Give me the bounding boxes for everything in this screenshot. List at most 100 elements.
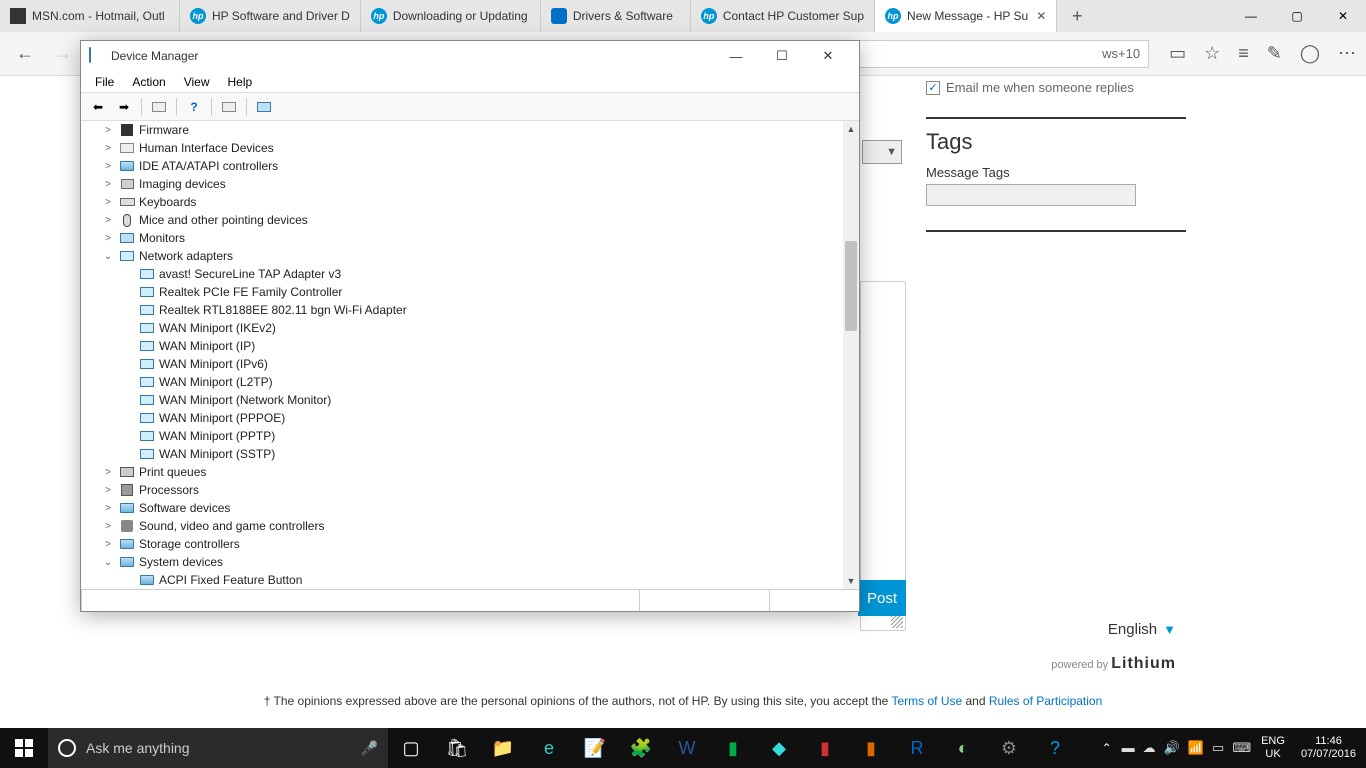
region-code[interactable]: UK [1261,748,1285,761]
expand-icon[interactable]: > [101,503,115,514]
tree-network-child[interactable]: Realtek RTL8188EE 802.11 bgn Wi-Fi Adapt… [81,301,843,319]
app-icon-4[interactable]: ▮ [802,728,848,768]
close-icon[interactable]: ✕ [1028,9,1046,23]
tb-forward[interactable]: ➡ [113,96,135,118]
tree-system-devices[interactable]: ⌄System devices [81,553,843,571]
store-icon[interactable]: 🛍 [434,728,480,768]
edge-icon[interactable]: e [526,728,572,768]
volume-icon[interactable]: 🔊 [1164,740,1180,756]
webnote-icon[interactable]: ✎ [1267,43,1282,64]
tab-hp-newmessage[interactable]: hpNew Message - HP Su✕ [875,0,1057,32]
window-close[interactable]: ✕ [1320,0,1366,32]
window-minimize[interactable]: — [1228,0,1274,32]
tab-hp-download[interactable]: hpDownloading or Updating [361,0,541,32]
tb-scan[interactable] [253,96,275,118]
tree-network-adapters[interactable]: ⌄Network adapters [81,247,843,265]
app-icon-5[interactable]: ▮ [848,728,894,768]
tb-back[interactable]: ⬅ [87,96,109,118]
explorer-icon[interactable]: 📁 [480,728,526,768]
post-button[interactable]: Post [858,580,906,616]
tree-item[interactable]: >Mice and other pointing devices [81,211,843,229]
tree-item[interactable]: >Firmware [81,121,843,139]
expand-icon[interactable]: ⌄ [101,557,115,568]
message-body[interactable] [860,281,906,631]
scroll-down-icon[interactable]: ▼ [843,573,859,589]
mic-icon[interactable]: 🎤 [361,740,378,757]
expand-icon[interactable]: > [101,161,115,172]
dm-maximize[interactable]: ☐ [759,42,805,70]
tab-msn[interactable]: MSN.com - Hotmail, Outl [0,0,180,32]
tree-network-child[interactable]: WAN Miniport (Network Monitor) [81,391,843,409]
back-button[interactable]: ← [10,39,40,69]
expand-icon[interactable]: > [101,125,115,136]
menu-action[interactable]: Action [124,73,173,91]
tree-item[interactable]: >Monitors [81,229,843,247]
window-maximize[interactable]: ▢ [1274,0,1320,32]
action-center-icon[interactable]: ▭ [1212,740,1224,756]
cortana-search[interactable]: Ask me anything 🎤 [48,728,388,768]
expand-icon[interactable]: > [101,179,115,190]
tree-item[interactable]: >Keyboards [81,193,843,211]
tree-item[interactable]: >Imaging devices [81,175,843,193]
tb-properties[interactable] [218,96,240,118]
tree-network-child[interactable]: WAN Miniport (PPTP) [81,427,843,445]
expand-icon[interactable]: > [101,143,115,154]
scroll-thumb[interactable] [845,241,857,331]
tree-item[interactable]: >Print queues [81,463,843,481]
tree-scrollbar[interactable]: ▲ ▼ [843,121,859,589]
tab-intel[interactable]: Drivers & Software [541,0,691,32]
email-notify-checkbox[interactable]: ✓ Email me when someone replies [926,76,1186,99]
word-icon[interactable]: W [664,728,710,768]
app-icon-3[interactable]: ◆ [756,728,802,768]
resize-grip-icon[interactable] [891,616,903,628]
help-icon[interactable]: ? [1032,728,1078,768]
tree-system-child[interactable]: ACPI Fixed Feature Button [81,571,843,589]
language-selector[interactable]: English ▼ [1108,621,1176,638]
tree-network-child[interactable]: WAN Miniport (PPPOE) [81,409,843,427]
tree-network-child[interactable]: avast! SecureLine TAP Adapter v3 [81,265,843,283]
app-icon-7[interactable]: ⚙ [986,728,1032,768]
tree-network-child[interactable]: WAN Miniport (L2TP) [81,373,843,391]
reading-view-icon[interactable]: ▭ [1169,43,1186,64]
dm-titlebar[interactable]: Device Manager — ☐ ✕ [81,41,859,71]
battery-icon[interactable]: ▬ [1122,740,1135,756]
tab-hp-software[interactable]: hpHP Software and Driver D [180,0,361,32]
tree-item[interactable]: >IDE ATA/ATAPI controllers [81,157,843,175]
new-tab-button[interactable]: + [1057,0,1097,32]
sticky-notes-icon[interactable]: 📝 [572,728,618,768]
expand-icon[interactable]: > [101,215,115,226]
tree-network-child[interactable]: Realtek PCIe FE Family Controller [81,283,843,301]
menu-file[interactable]: File [87,73,122,91]
expand-icon[interactable]: > [101,485,115,496]
tree-network-child[interactable]: WAN Miniport (SSTP) [81,445,843,463]
tree-network-child[interactable]: WAN Miniport (IKEv2) [81,319,843,337]
app-icon-2[interactable]: ▮ [710,728,756,768]
menu-help[interactable]: Help [220,73,261,91]
more-icon[interactable]: ⋯ [1338,43,1356,64]
forward-button[interactable]: → [48,39,78,69]
expand-icon[interactable]: ⌄ [101,251,115,262]
tags-input[interactable] [926,184,1136,206]
clock[interactable]: 11:46 07/07/2016 [1295,735,1362,761]
dm-minimize[interactable]: — [713,42,759,70]
dm-close[interactable]: ✕ [805,42,851,70]
expand-icon[interactable]: > [101,467,115,478]
hub-icon[interactable]: ≡ [1238,43,1249,64]
rules-link[interactable]: Rules of Participation [989,694,1102,708]
tb-show-hidden[interactable] [148,96,170,118]
expand-icon[interactable]: > [101,233,115,244]
tree-network-child[interactable]: WAN Miniport (IPv6) [81,355,843,373]
tree-item[interactable]: >Software devices [81,499,843,517]
tree-item[interactable]: >Processors [81,481,843,499]
keyboard-icon[interactable]: ⌨ [1232,740,1251,756]
wifi-icon[interactable]: 📶 [1188,740,1204,756]
onedrive-icon[interactable]: ☁ [1143,740,1156,756]
expand-icon[interactable]: > [101,539,115,550]
expand-icon[interactable]: > [101,521,115,532]
tb-help[interactable]: ? [183,96,205,118]
app-icon-1[interactable]: 🧩 [618,728,664,768]
tab-hp-contact[interactable]: hpContact HP Customer Sup [691,0,875,32]
menu-view[interactable]: View [176,73,218,91]
tray-chevron-icon[interactable]: ⌃ [1102,741,1112,755]
terms-link[interactable]: Terms of Use [891,694,962,708]
